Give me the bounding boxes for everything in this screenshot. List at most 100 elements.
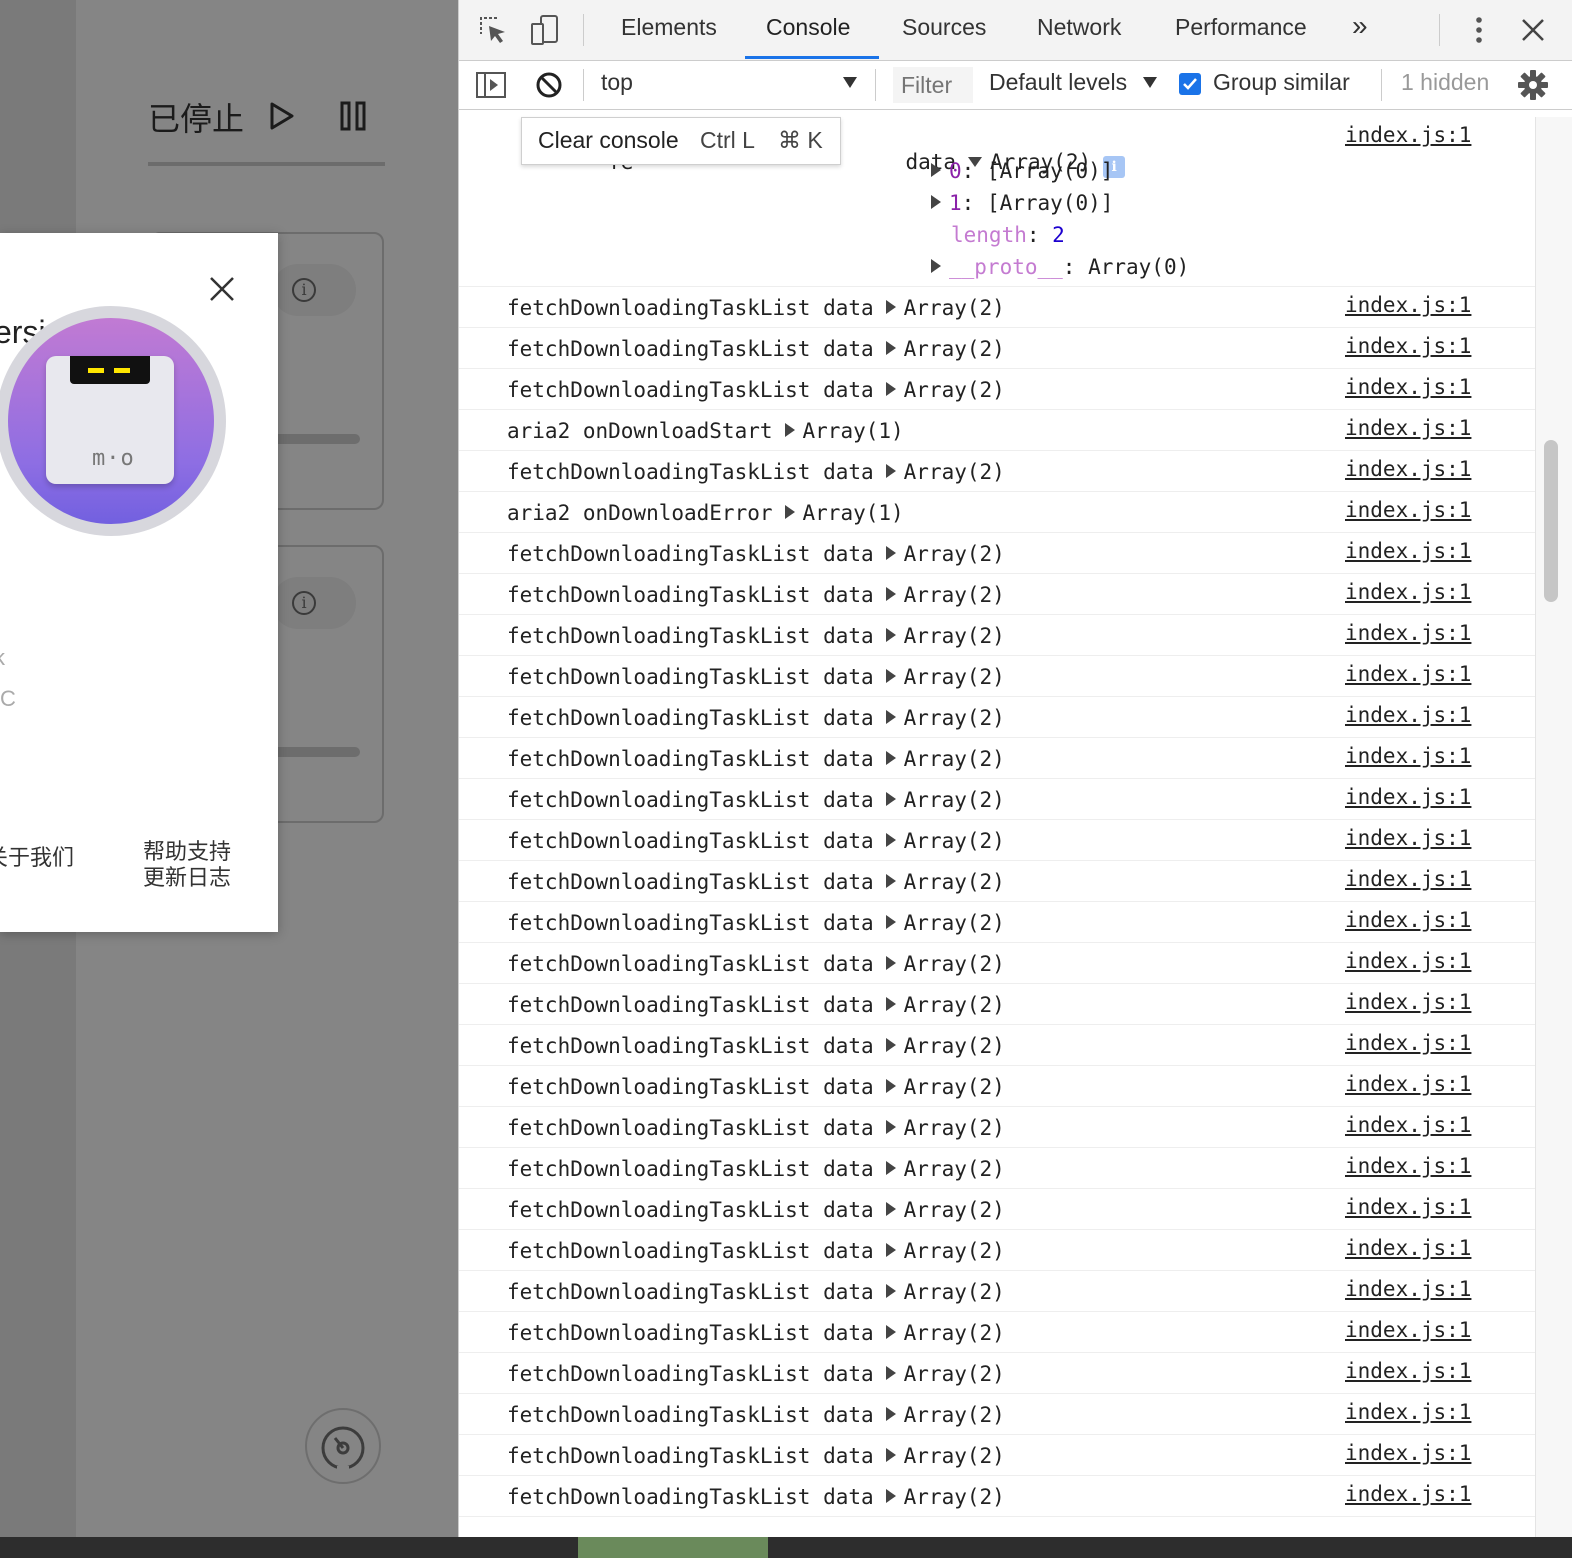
more-tabs-button[interactable]: » — [1352, 10, 1368, 42]
expand-triangle-icon[interactable] — [885, 546, 896, 560]
expand-triangle-icon[interactable] — [885, 1079, 896, 1093]
source-link[interactable]: index.js:1 — [1345, 1277, 1535, 1301]
console-entry[interactable]: fetchDownloadingTaskList data Array(2) ind… — [459, 574, 1535, 615]
console-entry[interactable]: aria2 onDownloadStart Array(1) index.js:1 — [459, 410, 1535, 451]
expand-triangle-icon[interactable] — [885, 464, 896, 478]
log-levels-dropdown[interactable]: Default levels — [989, 69, 1127, 96]
source-link[interactable]: index.js:1 — [1345, 744, 1535, 768]
device-toolbar-icon[interactable] — [529, 14, 561, 46]
tab-network[interactable]: Network — [1037, 14, 1121, 41]
console-entry[interactable]: fetchDownloadingTaskList data Array(2) ind… — [459, 656, 1535, 697]
source-link[interactable]: index.js:1 — [1345, 457, 1535, 481]
expand-triangle-icon[interactable] — [885, 1038, 896, 1052]
source-link[interactable]: index.js:1 — [1345, 293, 1535, 317]
source-link[interactable]: index.js:1 — [1345, 1400, 1535, 1424]
console-entry[interactable]: fetchDownloadingTaskList data Array(2) ind… — [459, 328, 1535, 369]
expand-triangle-icon[interactable] — [885, 710, 896, 724]
console-entry[interactable]: fetchDownloadingTaskList data Array(2) ind… — [459, 861, 1535, 902]
console-entry[interactable]: fetchDownloadingTaskList data Array(2) ind… — [459, 984, 1535, 1025]
expand-triangle-icon[interactable] — [885, 1120, 896, 1134]
console-entry[interactable]: fetchDownloadingTaskList data Array(2) ind… — [459, 1353, 1535, 1394]
expand-triangle-icon[interactable] — [885, 1407, 896, 1421]
source-link[interactable]: index.js:1 — [1345, 539, 1535, 563]
array-item[interactable]: 0: [Array(0)] — [931, 159, 1113, 183]
about-us-link[interactable]: 关于我们 — [0, 840, 74, 872]
chevron-down-icon[interactable] — [1143, 77, 1157, 88]
expand-triangle-icon[interactable] — [885, 300, 896, 314]
sidebar-toggle-icon[interactable] — [475, 69, 507, 101]
info-icon[interactable]: i — [292, 591, 316, 615]
console-entry[interactable]: fetchDownloadingTaskList data Array(2) ind… — [459, 697, 1535, 738]
group-similar-label[interactable]: Group similar — [1213, 69, 1350, 96]
expand-triangle-icon[interactable] — [885, 628, 896, 642]
play-icon[interactable] — [268, 100, 296, 132]
console-entry[interactable]: fetchDownloadingTaskList data Array(2) ind… — [459, 779, 1535, 820]
console-entry[interactable]: fetchDownloadingTaskList data Array(2) ind… — [459, 533, 1535, 574]
source-link[interactable]: index.js:1 — [1345, 990, 1535, 1014]
source-link[interactable]: index.js:1 — [1345, 334, 1535, 358]
console-entry[interactable]: fetchDownloadingTaskList data Array(2) ind… — [459, 1271, 1535, 1312]
source-link[interactable]: index.js:1 — [1345, 1072, 1535, 1096]
close-devtools-icon[interactable] — [1517, 14, 1549, 46]
expand-triangle-icon[interactable] — [885, 1325, 896, 1339]
source-link[interactable]: index.js:1 — [1345, 1031, 1535, 1055]
source-link[interactable]: index.js:1 — [1345, 1359, 1535, 1383]
array-proto[interactable]: __proto__: Array(0) — [931, 255, 1189, 279]
console-scrollbar[interactable] — [1535, 117, 1572, 1537]
expand-triangle-icon[interactable] — [885, 1202, 896, 1216]
expand-triangle-icon[interactable] — [885, 1284, 896, 1298]
expand-triangle-icon[interactable] — [885, 792, 896, 806]
filter-input[interactable] — [893, 67, 973, 103]
source-link[interactable]: index.js:1 — [1345, 1113, 1535, 1137]
console-entry[interactable]: fetchDownloadingTaskList data Array(2) ind… — [459, 1066, 1535, 1107]
expand-triangle-icon[interactable] — [885, 1161, 896, 1175]
source-link[interactable]: index.js:1 — [1345, 1154, 1535, 1178]
expand-triangle-icon[interactable] — [885, 1243, 896, 1257]
expand-triangle-icon[interactable] — [885, 751, 896, 765]
source-link[interactable]: index.js:1 — [1345, 580, 1535, 604]
expand-triangle-icon[interactable] — [784, 505, 795, 519]
source-link[interactable]: index.js:1 — [1345, 826, 1535, 850]
console-entry[interactable]: fetchDownloadingTaskList data Array(2) ind… — [459, 1107, 1535, 1148]
console-entry[interactable]: fetchDownloadingTaskList data Array(2) ind… — [459, 738, 1535, 779]
expand-triangle-icon[interactable] — [885, 341, 896, 355]
expand-triangle-icon[interactable] — [885, 1366, 896, 1380]
source-link[interactable]: index.js:1 — [1345, 1195, 1535, 1219]
source-link[interactable]: index.js:1 — [1345, 375, 1535, 399]
tab-console[interactable]: Console — [766, 14, 850, 41]
source-link[interactable]: index.js:1 — [1345, 662, 1535, 686]
speedometer-button[interactable] — [305, 1408, 381, 1484]
expand-triangle-icon[interactable] — [931, 163, 941, 177]
pause-icon[interactable] — [338, 100, 368, 132]
expand-triangle-icon[interactable] — [931, 259, 941, 273]
expand-triangle-icon[interactable] — [885, 382, 896, 396]
console-entry[interactable]: fetchDownloadingTaskList data Array(2) ind… — [459, 287, 1535, 328]
expand-triangle-icon[interactable] — [885, 587, 896, 601]
console-entry[interactable]: fetchDownloadingTaskList data Array(2) ind… — [459, 451, 1535, 492]
tab-elements[interactable]: Elements — [621, 14, 717, 41]
source-link[interactable]: index.js:1 — [1345, 1318, 1535, 1342]
source-link[interactable]: index.js:1 — [1345, 1482, 1535, 1506]
console-entry[interactable]: aria2 onDownloadError Array(1) index.js:1 — [459, 492, 1535, 533]
tab-performance[interactable]: Performance — [1175, 14, 1307, 41]
console-entry[interactable]: fetchDownloadingTaskList data Array(2) ind… — [459, 369, 1535, 410]
chevron-down-icon[interactable] — [843, 77, 857, 88]
source-link[interactable]: index.js:1 — [1345, 416, 1535, 440]
info-icon[interactable]: i — [292, 278, 316, 302]
expand-triangle-icon[interactable] — [885, 833, 896, 847]
source-link[interactable]: index.js:1 — [1345, 867, 1535, 891]
source-link[interactable]: index.js:1 — [1345, 621, 1535, 645]
console-entry[interactable]: fetchDownloadingTaskList data Array(2) ind… — [459, 1476, 1535, 1517]
console-entry[interactable]: fetchDownloadingTaskList data Array(2) ind… — [459, 943, 1535, 984]
inspect-element-icon[interactable] — [477, 14, 509, 46]
console-entry[interactable]: fetchDownloadingTaskList data Array(2) ind… — [459, 902, 1535, 943]
console-entry[interactable]: fetchDownloadingTaskList data Array(2) ind… — [459, 615, 1535, 656]
expand-triangle-icon[interactable] — [885, 915, 896, 929]
clear-console-icon[interactable] — [533, 69, 565, 101]
expand-triangle-icon[interactable] — [885, 1489, 896, 1503]
expand-triangle-icon[interactable] — [885, 1448, 896, 1462]
more-options-icon[interactable] — [1463, 14, 1495, 46]
console-entry[interactable]: fetchDownloadingTaskList data Array(2) ind… — [459, 820, 1535, 861]
console-entry[interactable]: fetchDownloadingTaskList data Array(2) ind… — [459, 1435, 1535, 1476]
source-link[interactable]: index.js:1 — [1345, 949, 1535, 973]
